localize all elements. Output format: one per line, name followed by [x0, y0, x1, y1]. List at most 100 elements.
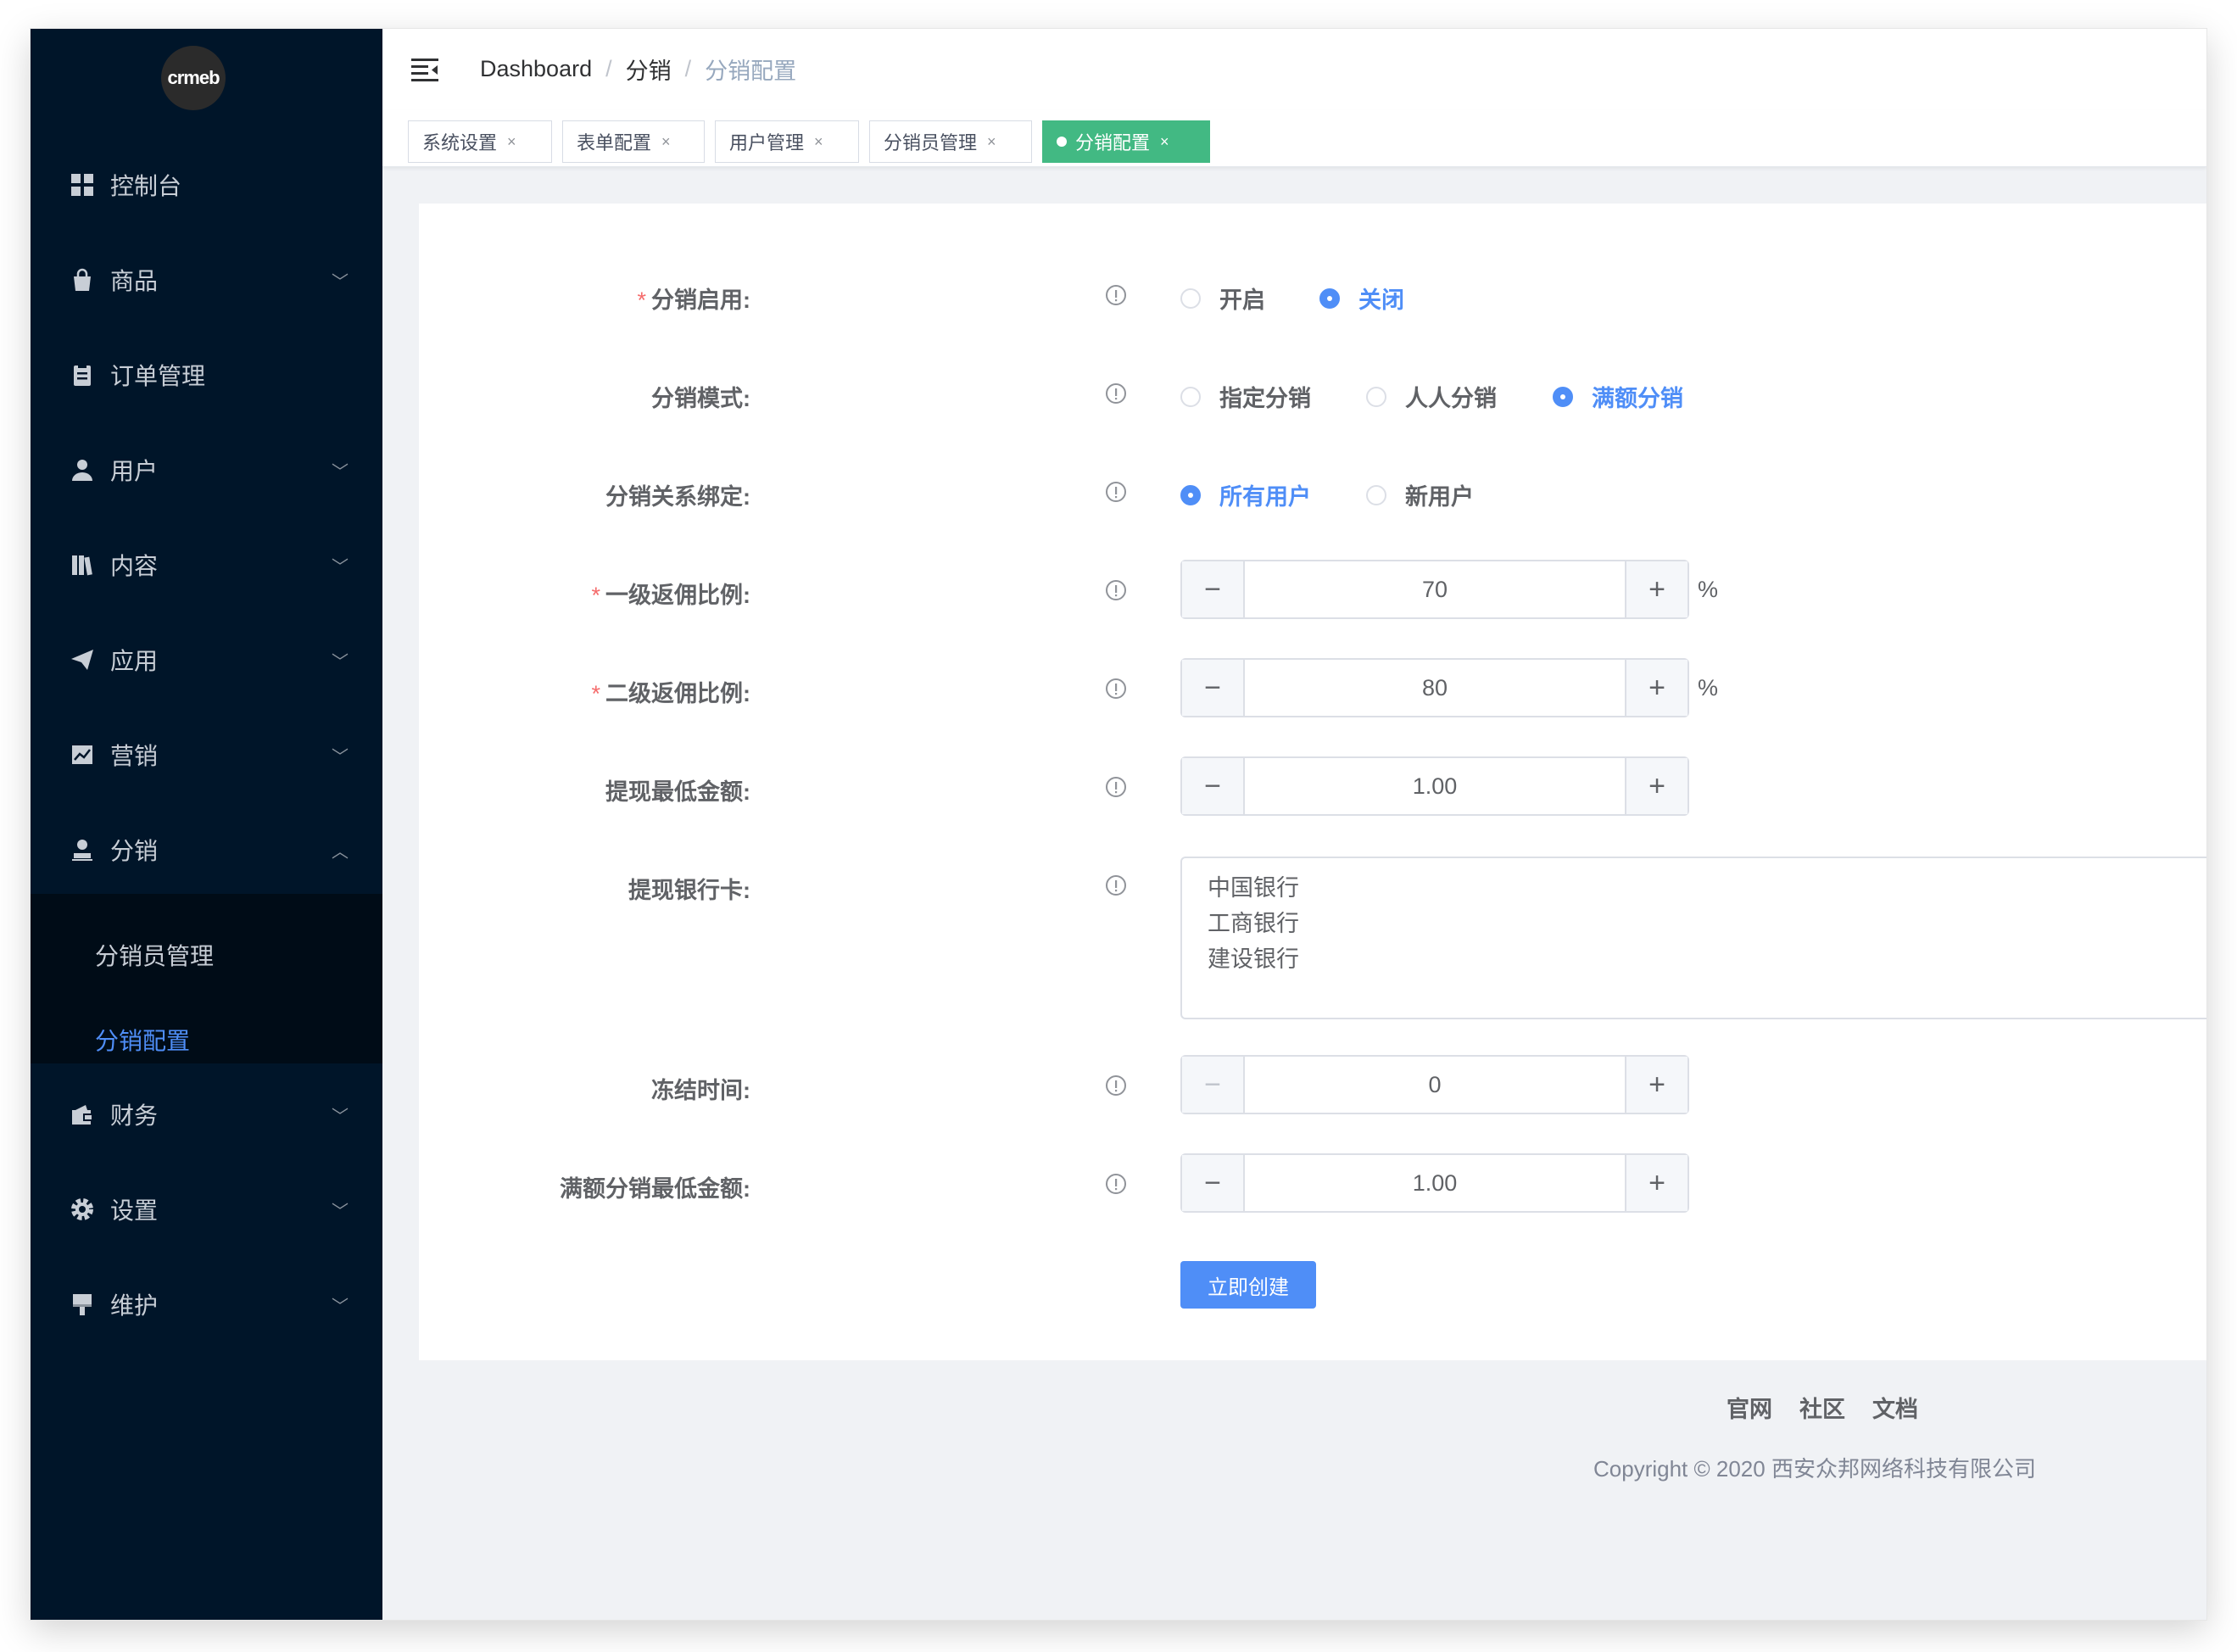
radio-mode-full-amount[interactable]: 满额分销	[1553, 380, 1683, 413]
footer-link-community[interactable]: 社区	[1799, 1391, 1845, 1424]
shopping-bag-icon	[68, 265, 97, 294]
close-icon[interactable]: ×	[814, 133, 823, 151]
binding-label: 分销关系绑定:	[310, 478, 750, 511]
logo-text: crmeb	[167, 67, 220, 88]
footer-links: 官网 社区 文档	[1727, 1391, 1918, 1424]
min-withdraw-input[interactable]: 1.00	[1245, 758, 1625, 814]
hamburger-menu-icon[interactable]	[410, 54, 440, 85]
decrement-button[interactable]: −	[1182, 660, 1245, 716]
sidebar-item-maintenance[interactable]: 维护 ﹀	[31, 1257, 382, 1352]
decrement-button[interactable]: −	[1182, 561, 1245, 617]
info-icon[interactable]	[1105, 284, 1127, 306]
radio-circle	[1180, 386, 1201, 407]
user-icon	[68, 455, 97, 484]
full-amount-min-input[interactable]: 1.00	[1245, 1155, 1625, 1211]
tag-user-management[interactable]: 用户管理 ×	[715, 120, 859, 163]
breadcrumb-current: 分销配置	[705, 59, 797, 84]
level2-rate-stepper: − 80 +	[1180, 658, 1689, 717]
sidebar-item-label: 应用	[110, 648, 159, 674]
info-icon[interactable]	[1105, 1074, 1127, 1097]
sidebar-item-dashboard[interactable]: 控制台	[31, 137, 382, 232]
close-icon[interactable]: ×	[1160, 133, 1169, 151]
bank-cards-label: 提现银行卡:	[310, 872, 750, 905]
chevron-down-icon: ﹀	[332, 1107, 349, 1126]
percent-unit: %	[1698, 675, 1719, 700]
bank-cards-textarea[interactable]: 中国银行 工商银行 建设银行	[1180, 857, 2206, 1019]
enable-label: * 分销启用:	[310, 282, 750, 315]
sidebar-item-label: 商品	[110, 268, 159, 294]
increment-button[interactable]: +	[1625, 1155, 1688, 1211]
increment-button[interactable]: +	[1625, 758, 1688, 814]
bank-card-line: 工商银行	[1208, 911, 1299, 936]
required-mark: *	[591, 681, 600, 706]
submenu-item-distribution-config[interactable]: 分销配置	[95, 1023, 190, 1057]
sidebar-item-label: 维护	[110, 1292, 159, 1319]
tag-system-settings[interactable]: 系统设置 ×	[408, 120, 552, 163]
info-icon[interactable]	[1105, 382, 1127, 405]
label-text: 分销模式:	[651, 386, 750, 411]
freeze-time-label: 冻结时间:	[310, 1072, 750, 1105]
sidebar-item-label: 营销	[110, 743, 159, 769]
level1-rate-label: * 一级返佣比例:	[310, 577, 750, 610]
radio-mode-designated[interactable]: 指定分销	[1180, 380, 1311, 413]
info-icon[interactable]	[1105, 874, 1127, 896]
radio-circle	[1319, 287, 1340, 309]
distribution-config-form: * 分销启用: 开启 关闭 分销模式: 指定分销 人人分销 满额分销 分销关系绑定…	[419, 204, 2206, 1360]
radio-circle	[1180, 287, 1201, 309]
breadcrumb-separator: /	[684, 56, 692, 81]
min-withdraw-stepper: − 1.00 +	[1180, 756, 1689, 816]
radio-binding-new-users[interactable]: 新用户	[1366, 478, 1474, 511]
breadcrumb-item-dashboard[interactable]: Dashboard	[480, 56, 592, 82]
breadcrumb-item-distribution[interactable]: 分销	[626, 53, 672, 86]
radio-label: 新用户	[1405, 484, 1474, 510]
freeze-time-input[interactable]: 0	[1245, 1057, 1625, 1113]
close-icon[interactable]: ×	[661, 133, 671, 151]
submit-button[interactable]: 立即创建	[1180, 1261, 1316, 1309]
decrement-button[interactable]: −	[1182, 1057, 1245, 1113]
radio-label: 开启	[1219, 287, 1265, 313]
footer-link-docs[interactable]: 文档	[1872, 1391, 1918, 1424]
distribution-user-icon	[68, 835, 97, 864]
info-icon[interactable]	[1105, 678, 1127, 700]
decrement-button[interactable]: −	[1182, 1155, 1245, 1211]
radio-mode-everyone[interactable]: 人人分销	[1366, 380, 1497, 413]
increment-button[interactable]: +	[1625, 561, 1688, 617]
level1-rate-input[interactable]: 70	[1245, 561, 1625, 617]
active-dot-icon	[1057, 137, 1067, 147]
chevron-down-icon: ﹀	[332, 747, 349, 767]
sidebar-item-label: 订单管理	[110, 363, 206, 389]
level2-rate-input[interactable]: 80	[1245, 660, 1625, 716]
info-icon[interactable]	[1105, 579, 1127, 601]
percent-unit: %	[1698, 577, 1719, 602]
increment-button[interactable]: +	[1625, 660, 1688, 716]
info-icon[interactable]	[1105, 1173, 1127, 1195]
tag-distribution-config[interactable]: 分销配置 ×	[1042, 120, 1210, 163]
clipboard-icon	[68, 360, 97, 389]
close-icon[interactable]: ×	[987, 133, 996, 151]
close-icon[interactable]: ×	[507, 133, 516, 151]
tag-label: 系统设置	[422, 132, 498, 153]
chevron-down-icon: ﹀	[332, 652, 349, 672]
sidebar-item-label: 财务	[110, 1102, 159, 1129]
label-text: 一级返佣比例:	[605, 583, 750, 608]
increment-button[interactable]: +	[1625, 1057, 1688, 1113]
logo[interactable]: crmeb	[161, 46, 226, 110]
submenu-item-distributor-management[interactable]: 分销员管理	[95, 938, 214, 972]
tag-label: 用户管理	[729, 132, 805, 153]
radio-circle	[1180, 484, 1201, 505]
decrement-button[interactable]: −	[1182, 758, 1245, 814]
info-icon[interactable]	[1105, 776, 1127, 798]
sidebar: crmeb 控制台 商品 ﹀ 订单管理 用户 ﹀ 内容 ﹀ 应用 ﹀ 营销 ﹀ …	[31, 29, 382, 1620]
breadcrumb-separator: /	[605, 56, 612, 81]
info-icon[interactable]	[1105, 481, 1127, 503]
radio-circle	[1366, 386, 1386, 407]
tag-distributor-management[interactable]: 分销员管理 ×	[869, 120, 1032, 163]
sidebar-item-label: 控制台	[110, 173, 182, 199]
radio-binding-all-users[interactable]: 所有用户	[1180, 478, 1311, 511]
chevron-up-icon: ︿	[332, 842, 349, 862]
footer-link-official[interactable]: 官网	[1727, 1391, 1772, 1424]
radio-enable-on[interactable]: 开启	[1180, 282, 1265, 315]
tag-form-config[interactable]: 表单配置 ×	[562, 120, 705, 163]
radio-enable-off[interactable]: 关闭	[1319, 282, 1404, 315]
radio-label: 满额分销	[1592, 386, 1683, 411]
